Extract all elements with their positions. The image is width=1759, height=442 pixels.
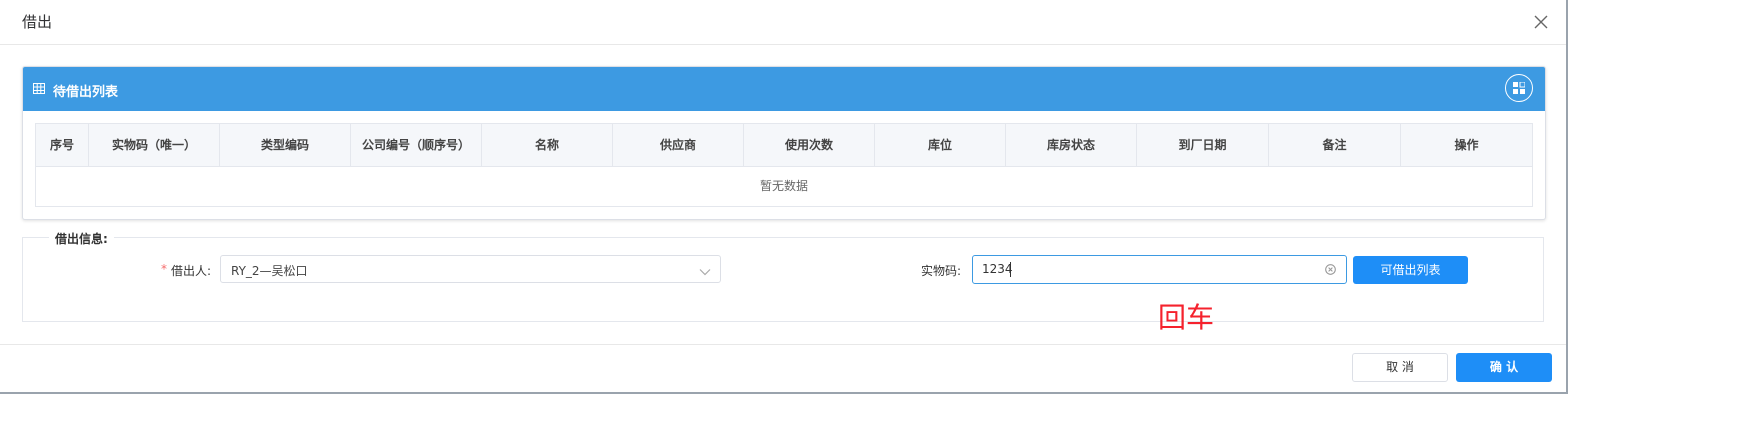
column-header[interactable]: 供应商 xyxy=(613,124,744,166)
borrower-select[interactable]: RY_2—吴松口 xyxy=(220,255,721,283)
confirm-button[interactable]: 确 认 xyxy=(1456,353,1552,382)
dialog-header: 借出 xyxy=(0,0,1566,45)
column-header[interactable]: 备注 xyxy=(1269,124,1401,166)
table-icon xyxy=(33,83,45,98)
close-icon[interactable] xyxy=(1531,12,1551,32)
pending-list-panel: 待借出列表 序号 实物码（唯一） 类型编码 公司编号（顺序号） 名称 供应商 使… xyxy=(22,66,1546,220)
footer-divider xyxy=(0,344,1566,345)
column-header[interactable]: 库房状态 xyxy=(1006,124,1137,166)
table-header-row: 序号 实物码（唯一） 类型编码 公司编号（顺序号） 名称 供应商 使用次数 库位… xyxy=(36,124,1532,167)
dialog-title: 借出 xyxy=(22,13,53,31)
code-input[interactable]: 1234 xyxy=(972,255,1347,284)
grid-layout-icon[interactable] xyxy=(1505,74,1533,102)
panel-title: 待借出列表 xyxy=(53,85,119,100)
borrow-info-fieldset: 借出信息: * 借出人: RY_2—吴松口 实物码: 1234 可借出列表 xyxy=(22,230,1544,322)
column-header[interactable]: 使用次数 xyxy=(744,124,875,166)
column-header[interactable]: 库位 xyxy=(875,124,1006,166)
column-header[interactable]: 公司编号（顺序号） xyxy=(351,124,482,166)
code-input-value: 1234 xyxy=(982,262,1013,276)
code-label: 实物码: xyxy=(921,264,962,278)
column-header[interactable]: 序号 xyxy=(36,124,89,166)
borrower-label: 借出人: xyxy=(171,264,212,278)
column-header[interactable]: 到厂日期 xyxy=(1137,124,1269,166)
enter-annotation: 回车 xyxy=(1158,301,1215,334)
column-header[interactable]: 名称 xyxy=(482,124,613,166)
empty-text: 暂无数据 xyxy=(759,179,808,193)
column-header[interactable]: 操作 xyxy=(1401,124,1532,166)
text-caret xyxy=(1010,262,1011,277)
fieldset-legend: 借出信息: xyxy=(49,230,114,247)
chevron-down-icon xyxy=(699,265,711,280)
borrowable-list-button[interactable]: 可借出列表 xyxy=(1353,256,1468,284)
window-edge-bottom xyxy=(0,392,1568,394)
required-mark: * xyxy=(161,262,167,276)
column-header[interactable]: 实物码（唯一） xyxy=(89,124,220,166)
cancel-button[interactable]: 取 消 xyxy=(1352,353,1448,382)
window-edge-right xyxy=(1566,0,1568,394)
clear-circle-icon[interactable] xyxy=(1325,264,1336,279)
panel-header: 待借出列表 xyxy=(23,67,1545,111)
pending-list-table: 序号 实物码（唯一） 类型编码 公司编号（顺序号） 名称 供应商 使用次数 库位… xyxy=(35,123,1533,207)
borrower-value: RY_2—吴松口 xyxy=(231,264,308,278)
column-header[interactable]: 类型编码 xyxy=(220,124,351,166)
